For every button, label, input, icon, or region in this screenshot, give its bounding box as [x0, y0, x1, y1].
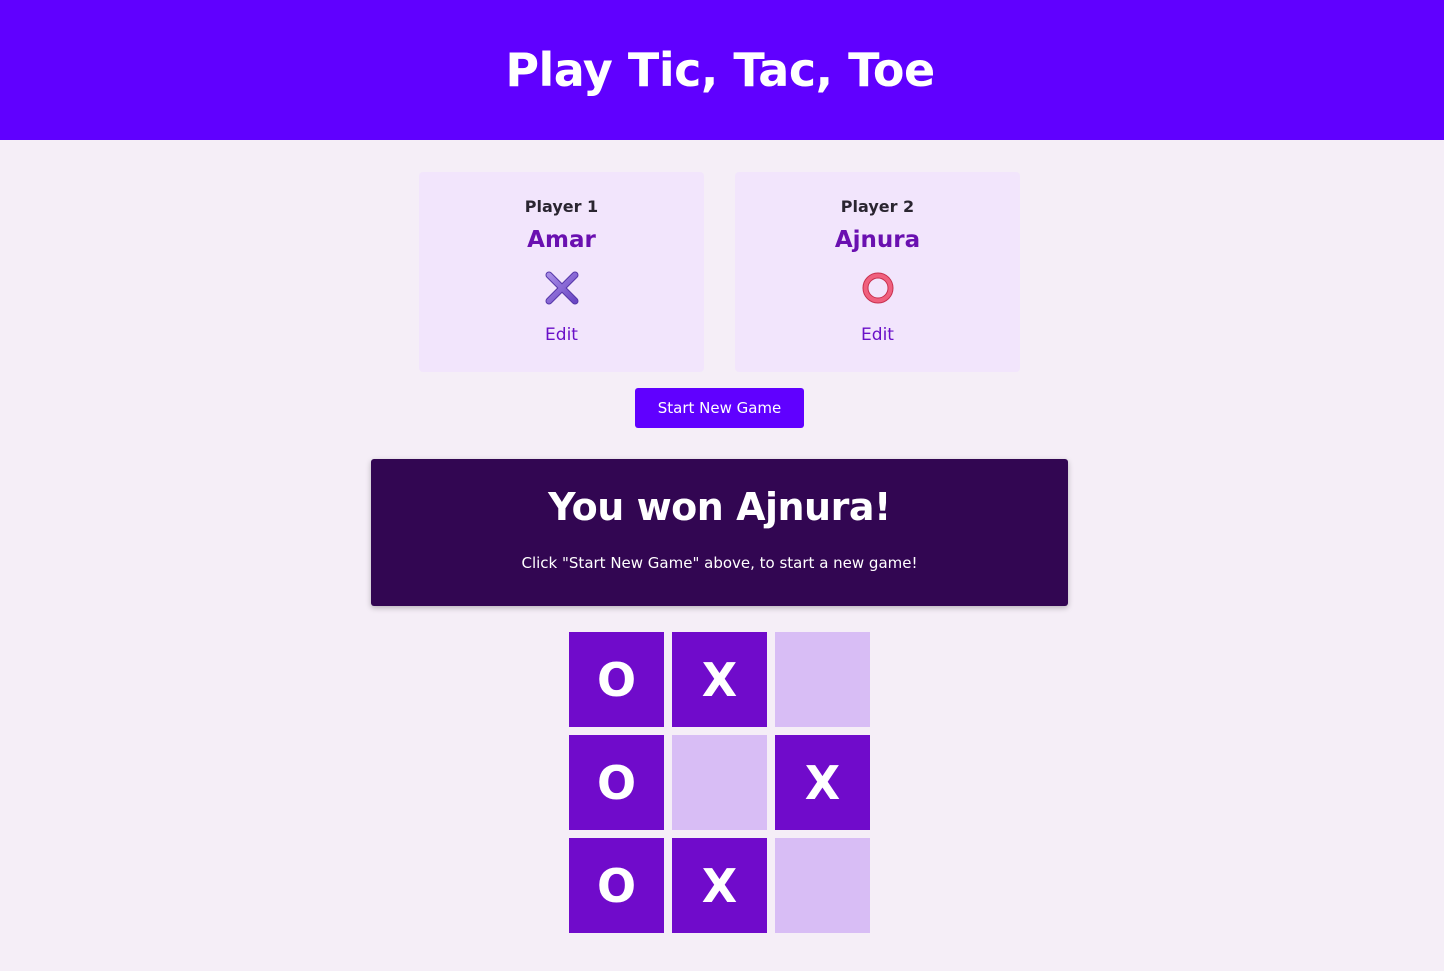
player-1-label: Player 1 — [524, 197, 599, 216]
player-card-2: Player 2 Ajnura Edit — [735, 172, 1020, 372]
board-cell[interactable] — [672, 735, 767, 830]
player-2-label: Player 2 — [840, 197, 915, 216]
board-cell[interactable] — [775, 632, 870, 727]
start-new-game-button[interactable]: Start New Game — [635, 388, 804, 428]
game-board: O X O X O X — [569, 632, 870, 933]
board-cell[interactable]: X — [775, 735, 870, 830]
cross-mark-icon — [545, 271, 578, 305]
hollow-circle-icon — [862, 272, 893, 304]
page-title: Play Tic, Tac, Toe — [505, 43, 935, 97]
page-header: Play Tic, Tac, Toe — [0, 0, 1444, 140]
game-result-panel: You won Ajnura! Click "Start New Game" a… — [371, 459, 1068, 606]
edit-player-2-button[interactable]: Edit — [861, 325, 894, 345]
result-instruction: Click "Start New Game" above, to start a… — [521, 554, 918, 572]
board-cell[interactable]: X — [672, 632, 767, 727]
winner-message: You won Ajnura! — [548, 485, 891, 529]
board-cell[interactable]: O — [569, 735, 664, 830]
board-cell[interactable]: O — [569, 632, 664, 727]
player-2-name: Ajnura — [834, 227, 921, 253]
board-cell[interactable]: X — [672, 838, 767, 933]
edit-player-1-button[interactable]: Edit — [545, 325, 578, 345]
board-cell[interactable]: O — [569, 838, 664, 933]
player-card-1: Player 1 Amar Edit — [419, 172, 704, 372]
board-cell[interactable] — [775, 838, 870, 933]
player-1-name: Amar — [527, 227, 596, 253]
